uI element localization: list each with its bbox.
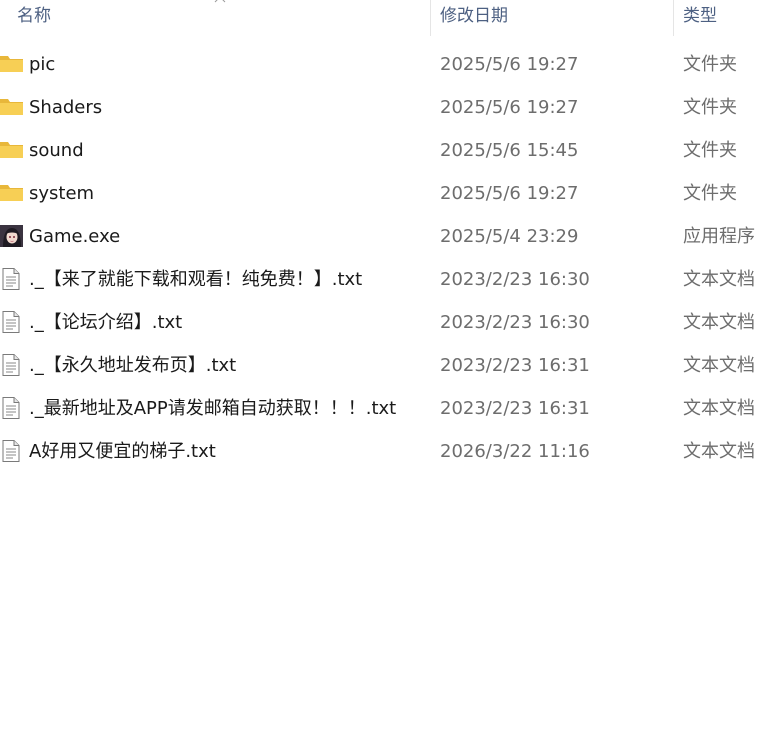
column-header-type[interactable]: 类型 xyxy=(683,0,717,36)
file-date: 2025/5/4 23:29 xyxy=(440,226,579,247)
file-date: 2025/5/6 15:45 xyxy=(440,140,579,161)
text-file-icon xyxy=(2,354,20,376)
file-row[interactable]: ._【永久地址发布页】.txt 2023/2/23 16:31 文本文档 xyxy=(0,344,759,387)
file-row[interactable]: pic 2025/5/6 19:27 文件夹 xyxy=(0,43,759,86)
file-row[interactable]: system 2025/5/6 19:27 文件夹 xyxy=(0,172,759,215)
file-type: 文件夹 xyxy=(683,54,737,75)
text-file-icon xyxy=(2,397,20,419)
folder-icon xyxy=(0,185,23,201)
file-date: 2025/5/6 19:27 xyxy=(440,54,579,75)
column-header-bar: 名称 修改日期 类型 xyxy=(0,0,759,36)
file-name: ._最新地址及APP请发邮箱自动获取！！！.txt xyxy=(29,398,397,419)
file-name: ._【永久地址发布页】.txt xyxy=(29,355,237,376)
sort-up-icon xyxy=(214,0,226,3)
file-name: ._【论坛介绍】.txt xyxy=(29,312,183,333)
folder-icon xyxy=(0,56,23,72)
file-type: 文本文档 xyxy=(683,441,755,462)
file-type: 文件夹 xyxy=(683,183,737,204)
file-row[interactable]: Shaders 2025/5/6 19:27 文件夹 xyxy=(0,86,759,129)
file-type: 文件夹 xyxy=(683,140,737,161)
text-file-icon xyxy=(2,311,20,333)
file-name: system xyxy=(29,183,95,204)
file-type: 文件夹 xyxy=(683,97,737,118)
file-name: sound xyxy=(29,140,84,161)
file-name: ._【来了就能下载和观看！纯免费！】.txt xyxy=(29,269,363,290)
file-date: 2025/5/6 19:27 xyxy=(440,97,579,118)
folder-icon xyxy=(0,142,23,158)
text-file-icon xyxy=(2,268,20,290)
file-date: 2025/5/6 19:27 xyxy=(440,183,579,204)
file-row[interactable]: Game.exe 2025/5/4 23:29 应用程序 xyxy=(0,215,759,258)
file-date: 2023/2/23 16:31 xyxy=(440,398,590,419)
file-row[interactable]: sound 2025/5/6 15:45 文件夹 xyxy=(0,129,759,172)
file-row[interactable]: ._【来了就能下载和观看！纯免费！】.txt 2023/2/23 16:30 文… xyxy=(0,258,759,301)
file-type: 应用程序 xyxy=(683,226,755,247)
file-date: 2026/3/22 11:16 xyxy=(440,441,590,462)
file-type: 文本文档 xyxy=(683,269,755,290)
column-divider-date[interactable] xyxy=(673,0,674,36)
file-name: Game.exe xyxy=(29,226,121,247)
folder-icon xyxy=(0,99,23,115)
file-row[interactable]: ._最新地址及APP请发邮箱自动获取！！！.txt 2023/2/23 16:3… xyxy=(0,387,759,430)
file-list: pic 2025/5/6 19:27 文件夹 Shaders 2025/5/6 … xyxy=(0,43,759,473)
file-date: 2023/2/23 16:30 xyxy=(440,312,590,333)
column-divider-name[interactable] xyxy=(430,0,431,36)
text-file-icon xyxy=(2,440,20,462)
file-name: A好用又便宜的梯子.txt xyxy=(29,441,216,462)
file-name: Shaders xyxy=(29,97,103,118)
file-type: 文本文档 xyxy=(683,355,755,376)
file-type: 文本文档 xyxy=(683,398,755,419)
file-name: pic xyxy=(29,54,56,75)
game-exe-icon xyxy=(0,225,23,247)
file-type: 文本文档 xyxy=(683,312,755,333)
file-date: 2023/2/23 16:30 xyxy=(440,269,590,290)
file-row[interactable]: A好用又便宜的梯子.txt 2026/3/22 11:16 文本文档 xyxy=(0,430,759,473)
column-header-name[interactable]: 名称 xyxy=(17,0,51,36)
column-header-date[interactable]: 修改日期 xyxy=(440,0,508,36)
file-date: 2023/2/23 16:31 xyxy=(440,355,590,376)
file-row[interactable]: ._【论坛介绍】.txt 2023/2/23 16:30 文本文档 xyxy=(0,301,759,344)
